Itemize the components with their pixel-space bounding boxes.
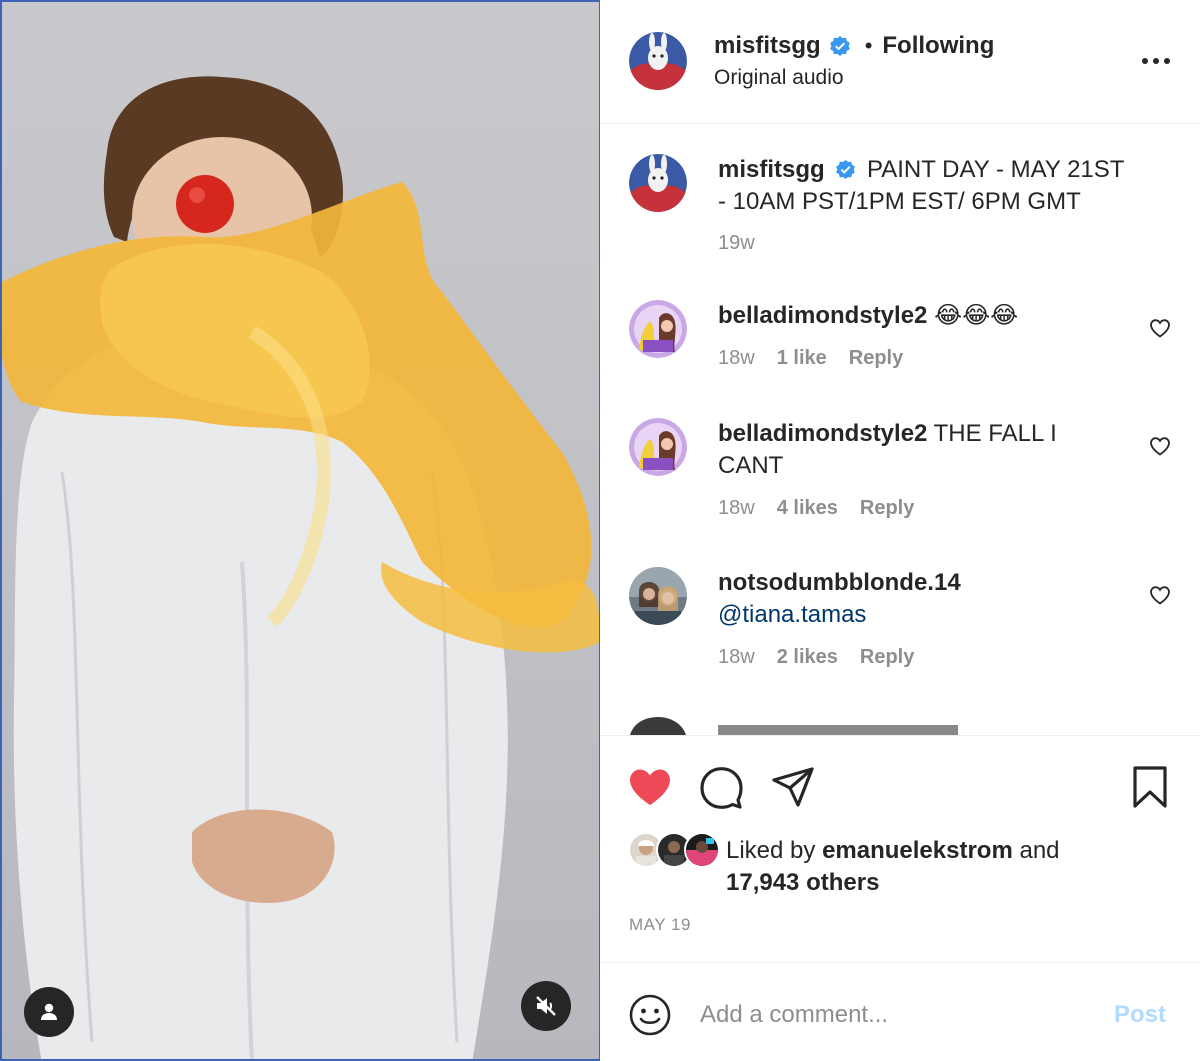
caption-username[interactable]: misfitsgg: [718, 156, 825, 183]
bookmark-icon[interactable]: [1127, 764, 1173, 810]
original-audio-link[interactable]: Original audio: [714, 66, 844, 90]
post-panel: misfitsgg • Following Original audio mis…: [600, 0, 1200, 1061]
more-options-button[interactable]: [1138, 46, 1174, 76]
comment-likes[interactable]: 4 likes: [777, 497, 838, 520]
post-header: misfitsgg • Following Original audio: [600, 0, 1200, 124]
post-comment-button[interactable]: Post: [1114, 1001, 1166, 1029]
following-button[interactable]: Following: [882, 32, 994, 60]
avatar[interactable]: [629, 567, 687, 625]
like-count-link[interactable]: 17,943 others: [726, 869, 879, 896]
reply-button[interactable]: Reply: [860, 646, 914, 669]
comment-username[interactable]: notsodumbblonde.14: [718, 569, 961, 596]
avatar[interactable]: [629, 32, 687, 90]
comment-username[interactable]: belladimondstyle2: [718, 420, 927, 447]
comment-icon[interactable]: [698, 764, 744, 810]
avatar[interactable]: [629, 418, 687, 476]
comment-age[interactable]: 18w: [718, 497, 755, 520]
comments-list[interactable]: misfitsgg PAINT DAY - MAY 21ST - 10AM PS…: [600, 125, 1200, 735]
muted-speaker-icon: [536, 996, 556, 1016]
avatar: [684, 832, 720, 868]
comment-input[interactable]: [700, 997, 1100, 1033]
comment-likes[interactable]: 1 like: [777, 347, 827, 370]
user-tag-button[interactable]: [24, 987, 74, 1037]
mute-toggle-button[interactable]: [521, 981, 571, 1031]
caption-age[interactable]: 19w: [718, 232, 755, 255]
clipped-comment-preview: [630, 717, 958, 735]
header-username[interactable]: misfitsgg: [714, 32, 821, 60]
comment-age[interactable]: 18w: [718, 646, 755, 669]
heart-icon[interactable]: [1148, 316, 1172, 340]
liked-by-avatars[interactable]: [628, 832, 720, 870]
liked-by-summary: Liked by emanuelekstrom and 17,943 other…: [726, 835, 1166, 899]
verified-icon: [829, 36, 850, 56]
more-icon: [1142, 58, 1170, 64]
reply-button[interactable]: Reply: [860, 497, 914, 520]
video-frame: [2, 76, 599, 1059]
add-comment-bar: Post: [600, 962, 1200, 1061]
heart-icon[interactable]: [627, 764, 673, 810]
liked-by-prefix: Liked by: [726, 837, 816, 864]
liked-by-conj: and: [1019, 837, 1060, 864]
post-date[interactable]: MAY 19: [629, 915, 691, 935]
share-icon[interactable]: [770, 764, 816, 810]
comment-text: 😂😂😂: [934, 302, 1019, 329]
comment-item-clipped: [600, 715, 1200, 735]
reply-button[interactable]: Reply: [849, 347, 903, 370]
comment-age[interactable]: 18w: [718, 347, 755, 370]
post-video[interactable]: [0, 0, 600, 1061]
comment-username[interactable]: belladimondstyle2: [718, 302, 927, 329]
comment-mention-link[interactable]: @tiana.tamas: [718, 601, 866, 628]
user-tag-icon: [41, 1003, 57, 1020]
liked-by-user[interactable]: emanuelekstrom: [822, 837, 1013, 864]
smile-icon[interactable]: [628, 993, 672, 1037]
avatar[interactable]: [629, 300, 687, 358]
post-actions: Liked by emanuelekstrom and 17,943 other…: [600, 735, 1200, 961]
comment-likes[interactable]: 2 likes: [777, 646, 838, 669]
heart-icon[interactable]: [1148, 434, 1172, 458]
heart-icon[interactable]: [1148, 583, 1172, 607]
avatar[interactable]: [629, 154, 687, 212]
separator-dot: •: [864, 33, 873, 58]
verified-icon: [836, 159, 856, 180]
